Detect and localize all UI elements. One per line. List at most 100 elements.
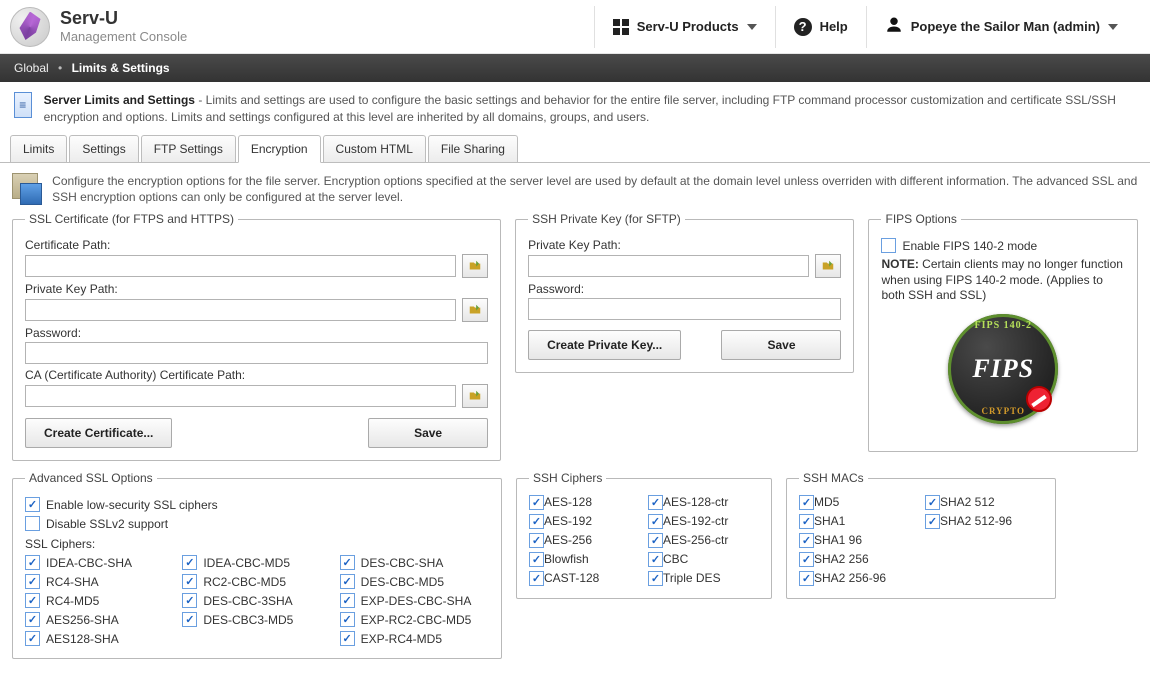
ssl-cipher-checkbox[interactable] <box>182 612 197 627</box>
help-link[interactable]: ? Help <box>775 6 866 48</box>
ssl-cipher-item: EXP-RC4-MD5 <box>340 631 489 646</box>
ssl-cipher-checkbox[interactable] <box>182 593 197 608</box>
group-advanced-ssl: Advanced SSL Options Enable low-security… <box>12 471 502 659</box>
ssh-cipher-checkbox[interactable] <box>648 552 663 567</box>
ssh-cipher-checkbox[interactable] <box>648 571 663 586</box>
ssh-mac-label: SHA2 512-96 <box>940 514 1012 528</box>
ssl-cipher-checkbox[interactable] <box>340 574 355 589</box>
ssh-mac-checkbox[interactable] <box>925 514 940 529</box>
ssh-privkey-input[interactable] <box>528 255 809 277</box>
ca-path-input[interactable] <box>25 385 456 407</box>
ssh-mac-checkbox[interactable] <box>799 514 814 529</box>
create-private-key-button[interactable]: Create Private Key... <box>528 330 681 360</box>
ssl-save-button[interactable]: Save <box>368 418 488 448</box>
products-menu[interactable]: Serv-U Products <box>594 6 775 48</box>
ssl-cipher-checkbox[interactable] <box>340 631 355 646</box>
ssl-cipher-label: EXP-RC2-CBC-MD5 <box>361 613 472 627</box>
ssh-mac-checkbox[interactable] <box>799 571 814 586</box>
tab-limits[interactable]: Limits <box>10 135 67 162</box>
legend-ssh-macs: SSH MACs <box>799 471 868 485</box>
ssh-cipher-checkbox[interactable] <box>648 514 663 529</box>
ssh-cipher-checkbox[interactable] <box>529 571 544 586</box>
tab-settings[interactable]: Settings <box>69 135 138 162</box>
ssh-mac-checkbox[interactable] <box>799 533 814 548</box>
ssh-cipher-item: Blowfish <box>529 552 640 567</box>
ssh-cipher-checkbox[interactable] <box>529 495 544 510</box>
chevron-down-icon <box>1108 24 1118 30</box>
ssh-password-input[interactable] <box>528 298 841 320</box>
ssh-mac-item: SHA2 256-96 <box>799 571 917 586</box>
ssh-cipher-item: AES-192-ctr <box>648 514 759 529</box>
ssl-cipher-checkbox[interactable] <box>340 593 355 608</box>
crumb-root[interactable]: Global <box>14 61 49 75</box>
label-ssh-privkey: Private Key Path: <box>528 238 841 252</box>
ssh-cipher-checkbox[interactable] <box>648 533 663 548</box>
enable-low-security-checkbox[interactable] <box>25 497 40 512</box>
legend-ssh-key: SSH Private Key (for SFTP) <box>528 212 685 226</box>
ssh-cipher-checkbox[interactable] <box>529 514 544 529</box>
ssh-cipher-item: AES-256 <box>529 533 640 548</box>
ssh-macs-list: MD5SHA2 512SHA1SHA2 512-96SHA1 96SHA2 25… <box>799 495 1043 586</box>
ssh-cipher-label: AES-256-ctr <box>663 533 728 547</box>
ssl-cipher-checkbox[interactable] <box>182 555 197 570</box>
user-icon <box>885 16 903 37</box>
ssh-cipher-checkbox[interactable] <box>648 495 663 510</box>
group-ssh-private-key: SSH Private Key (for SFTP) Private Key P… <box>515 212 854 373</box>
crumb-current: Limits & Settings <box>72 61 170 75</box>
ssl-cipher-checkbox[interactable] <box>25 593 40 608</box>
ssh-mac-item: SHA1 96 <box>799 533 917 548</box>
ssh-mac-label: SHA2 256 <box>814 552 869 566</box>
create-certificate-button[interactable]: Create Certificate... <box>25 418 172 448</box>
browse-ssh-privkey-button[interactable] <box>815 254 841 278</box>
ssl-cipher-checkbox[interactable] <box>340 555 355 570</box>
ssl-cipher-checkbox[interactable] <box>25 555 40 570</box>
ssh-cipher-checkbox[interactable] <box>529 552 544 567</box>
server-lock-icon <box>12 173 42 205</box>
ssl-cipher-label: RC2-CBC-MD5 <box>203 575 286 589</box>
app-subtitle: Management Console <box>60 29 187 44</box>
ssh-cipher-item: Triple DES <box>648 571 759 586</box>
user-menu[interactable]: Popeye the Sailor Man (admin) <box>866 6 1136 48</box>
ssl-cipher-checkbox[interactable] <box>25 631 40 646</box>
ssl-cipher-item: EXP-RC2-CBC-MD5 <box>340 612 489 627</box>
ssh-mac-label: SHA1 96 <box>814 533 862 547</box>
cert-path-input[interactable] <box>25 255 456 277</box>
ssl-cipher-checkbox[interactable] <box>182 574 197 589</box>
ssh-mac-checkbox[interactable] <box>925 495 940 510</box>
ssh-save-button[interactable]: Save <box>721 330 841 360</box>
tab-encryption[interactable]: Encryption <box>238 135 321 163</box>
tab-ftp-settings[interactable]: FTP Settings <box>141 135 236 162</box>
products-label: Serv-U Products <box>637 19 739 34</box>
ssl-cipher-checkbox[interactable] <box>25 574 40 589</box>
ssl-cipher-label: EXP-DES-CBC-SHA <box>361 594 472 608</box>
ssl-cipher-label: DES-CBC3-MD5 <box>203 613 293 627</box>
privkey-path-input[interactable] <box>25 299 456 321</box>
ssh-mac-label: MD5 <box>814 495 839 509</box>
tab-file-sharing[interactable]: File Sharing <box>428 135 518 162</box>
ssl-ciphers-list: IDEA-CBC-SHAIDEA-CBC-MD5DES-CBC-SHARC4-S… <box>25 555 489 646</box>
browse-privkey-button[interactable] <box>462 298 488 322</box>
browse-ca-button[interactable] <box>462 384 488 408</box>
panel-description: Configure the encryption options for the… <box>12 173 1138 207</box>
ssh-mac-checkbox[interactable] <box>799 495 814 510</box>
ssl-cipher-checkbox[interactable] <box>25 612 40 627</box>
ssh-cipher-checkbox[interactable] <box>529 533 544 548</box>
ssl-password-input[interactable] <box>25 342 488 364</box>
brand: Serv-U Management Console <box>10 7 187 47</box>
browse-cert-button[interactable] <box>462 254 488 278</box>
disable-sslv2-checkbox[interactable] <box>25 516 40 531</box>
enable-fips-checkbox[interactable] <box>881 238 896 253</box>
page-blurb: - Limits and settings are used to config… <box>44 93 1116 124</box>
page-title: Server Limits and Settings <box>44 93 195 107</box>
grid-icon <box>613 19 629 35</box>
ssl-ciphers-heading: SSL Ciphers: <box>25 537 489 551</box>
ssl-cipher-checkbox[interactable] <box>340 612 355 627</box>
ssl-cipher-label: AES128-SHA <box>46 632 119 646</box>
top-bar: Serv-U Management Console Serv-U Product… <box>0 0 1150 54</box>
ssh-cipher-label: CAST-128 <box>544 571 599 585</box>
ssl-cipher-item: RC4-SHA <box>25 574 174 589</box>
ssh-cipher-item: AES-128-ctr <box>648 495 759 510</box>
tab-custom-html[interactable]: Custom HTML <box>323 135 426 162</box>
ssh-mac-checkbox[interactable] <box>799 552 814 567</box>
ssh-cipher-item: CBC <box>648 552 759 567</box>
